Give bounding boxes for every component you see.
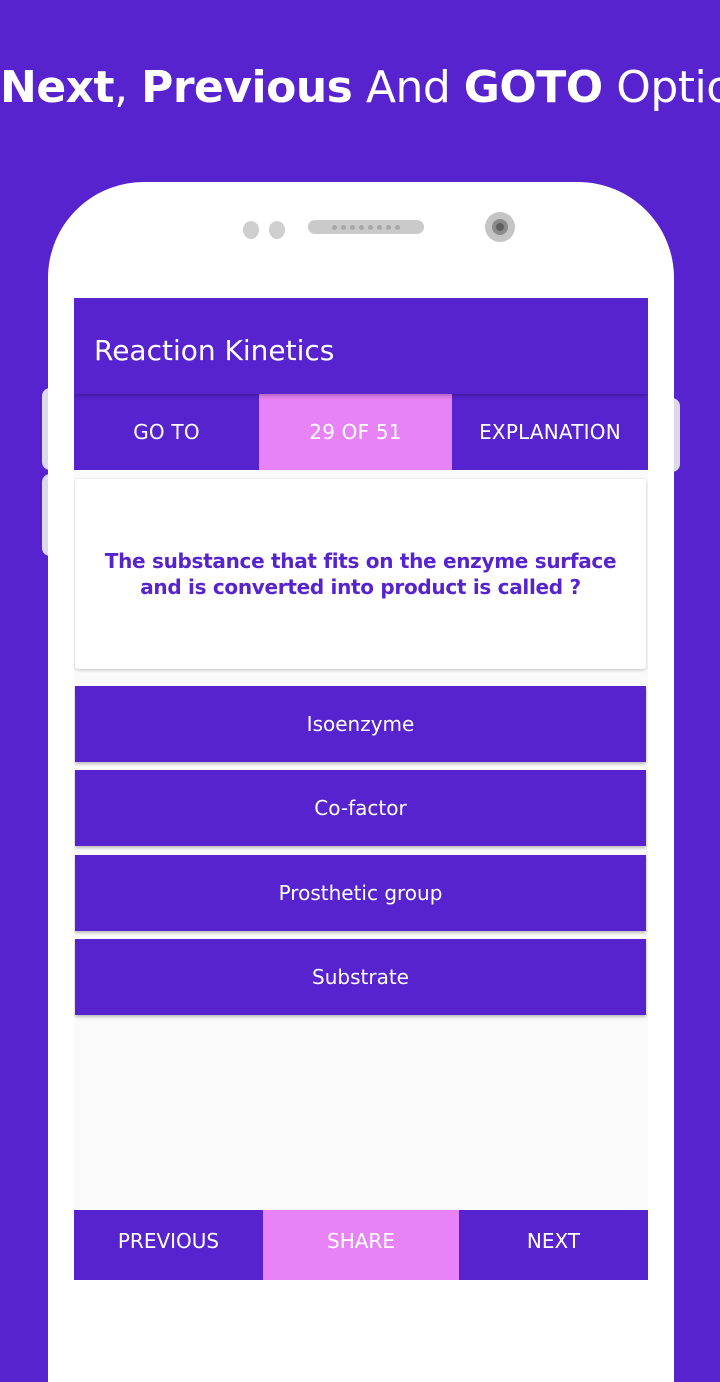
answer-option-prosthetic-group[interactable]: Prosthetic group xyxy=(75,855,646,931)
explanation-button[interactable]: EXPLANATION xyxy=(452,394,648,470)
app-bar: Reaction Kinetics xyxy=(74,298,648,394)
answer-option-isoenzyme[interactable]: Isoenzyme xyxy=(75,686,646,762)
navigation-bar: PREVIOUS SHARE NEXT xyxy=(74,1210,648,1280)
question-toolbar: GO TO 29 OF 51 EXPLANATION xyxy=(74,394,648,470)
next-button[interactable]: NEXT xyxy=(459,1210,648,1280)
promo-headline: Next, Previous And GOTO Options xyxy=(0,62,720,113)
headline-comma: , xyxy=(114,62,142,113)
app-screen: Reaction Kinetics GO TO 29 OF 51 EXPLANA… xyxy=(74,298,648,1280)
headline-options: Options xyxy=(616,62,720,113)
answer-option-co-factor[interactable]: Co-factor xyxy=(75,770,646,846)
goto-button[interactable]: GO TO xyxy=(74,394,259,470)
question-text: The substance that fits on the enzyme su… xyxy=(104,549,617,599)
page-title: Reaction Kinetics xyxy=(94,334,335,367)
headline-goto: GOTO xyxy=(463,62,603,113)
question-counter: 29 OF 51 xyxy=(259,394,452,470)
share-button[interactable]: SHARE xyxy=(263,1210,459,1280)
answer-option-substrate[interactable]: Substrate xyxy=(75,939,646,1015)
sensor-icon xyxy=(269,221,285,239)
previous-button[interactable]: PREVIOUS xyxy=(74,1210,263,1280)
speaker-grille-icon xyxy=(308,220,424,234)
headline-and: And xyxy=(352,62,464,113)
sensor-icon xyxy=(243,221,259,239)
front-camera-icon xyxy=(485,212,515,242)
headline-previous: Previous xyxy=(141,62,353,113)
headline-next: Next xyxy=(0,62,115,113)
question-card: The substance that fits on the enzyme su… xyxy=(75,479,646,669)
